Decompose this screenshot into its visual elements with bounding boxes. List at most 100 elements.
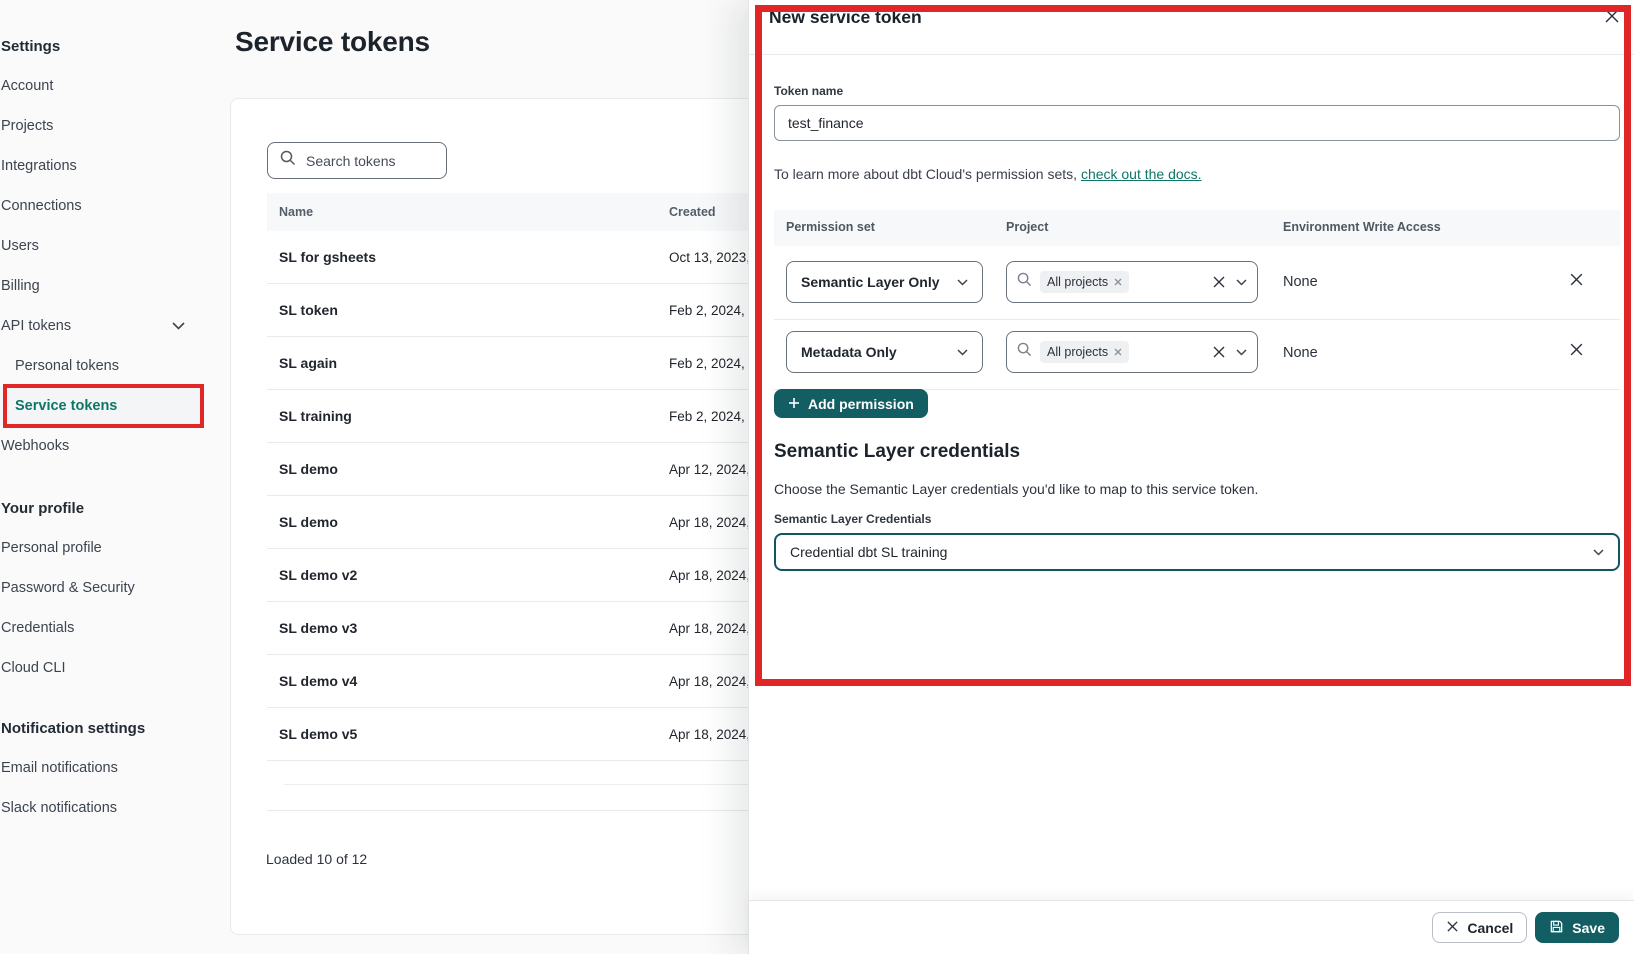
chevron-down-icon xyxy=(957,273,968,291)
token-name: SL demo v5 xyxy=(267,726,357,742)
sidebar-item-service-tokens[interactable]: Service tokens xyxy=(0,386,201,426)
load-status: Loaded 10 of 12 xyxy=(266,851,367,867)
token-name: SL token xyxy=(267,302,338,318)
plus-icon xyxy=(788,396,800,412)
token-created: Oct 13, 2023, xyxy=(669,250,750,265)
column-header-project: Project xyxy=(1006,220,1048,234)
semantic-layer-credentials-description: Choose the Semantic Layer credentials yo… xyxy=(774,481,1258,497)
sidebar-item-billing[interactable]: Billing xyxy=(0,266,207,306)
sidebar-header-settings: Settings xyxy=(0,26,207,66)
semantic-layer-credentials-select[interactable]: Credential dbt SL training xyxy=(774,533,1620,571)
permission-set-dropdown[interactable]: Semantic Layer Only xyxy=(786,261,983,303)
sidebar-item-slack-notifications[interactable]: Slack notifications xyxy=(0,788,207,828)
chevron-down-icon xyxy=(1593,543,1604,561)
column-header-name: Name xyxy=(267,205,313,219)
docs-help-prefix: To learn more about dbt Cloud's permissi… xyxy=(774,166,1081,182)
close-icon[interactable] xyxy=(1602,6,1622,26)
token-name: SL demo xyxy=(267,461,338,477)
clear-selection-icon[interactable] xyxy=(1212,275,1226,289)
chevron-down-icon xyxy=(957,343,968,361)
permission-row: Metadata Only All projects xyxy=(774,320,1620,390)
token-name: SL for gsheets xyxy=(267,249,376,265)
token-created: Apr 18, 2024, xyxy=(669,621,750,636)
column-header-created: Created xyxy=(669,205,716,219)
chevron-down-icon xyxy=(1236,273,1247,291)
token-name: SL training xyxy=(267,408,352,424)
cancel-button[interactable]: Cancel xyxy=(1432,912,1527,943)
add-permission-label: Add permission xyxy=(808,396,914,412)
clear-selection-icon[interactable] xyxy=(1212,345,1226,359)
environment-write-access-value: None xyxy=(1283,345,1318,361)
sidebar-item-credentials[interactable]: Credentials xyxy=(0,608,207,648)
token-name: SL demo xyxy=(267,514,338,530)
sidebar-item-connections[interactable]: Connections xyxy=(0,186,207,226)
search-icon xyxy=(1017,272,1032,292)
token-created: Apr 18, 2024, xyxy=(669,674,750,689)
token-name: SL demo v4 xyxy=(267,673,357,689)
save-label: Save xyxy=(1572,920,1605,936)
sidebar-item-password-security[interactable]: Password & Security xyxy=(0,568,207,608)
chevron-down-icon xyxy=(1236,343,1247,361)
column-header-environment-write-access: Environment Write Access xyxy=(1283,220,1441,234)
sidebar-item-users[interactable]: Users xyxy=(0,226,207,266)
page-title: Service tokens xyxy=(235,26,430,58)
remove-permission-icon[interactable] xyxy=(1569,272,1584,287)
token-name: SL demo v3 xyxy=(267,620,357,636)
semantic-layer-credentials-value: Credential dbt SL training xyxy=(790,544,947,560)
search-icon xyxy=(1017,342,1032,362)
token-name-label: Token name xyxy=(774,84,843,98)
new-service-token-drawer: New service token Token name To learn mo… xyxy=(748,0,1634,954)
project-tag-label: All projects xyxy=(1047,275,1108,289)
close-icon xyxy=(1446,920,1459,936)
tag-remove-icon[interactable] xyxy=(1114,275,1122,289)
save-button[interactable]: Save xyxy=(1535,912,1619,943)
search-icon xyxy=(280,150,296,171)
token-name: SL demo v2 xyxy=(267,567,357,583)
token-name-field[interactable] xyxy=(774,105,1620,141)
column-header-permission-set: Permission set xyxy=(786,220,875,234)
token-name: SL again xyxy=(267,355,337,371)
sidebar-item-api-tokens[interactable]: API tokens xyxy=(0,306,207,346)
token-created: Apr 18, 2024, xyxy=(669,568,750,583)
project-tag[interactable]: All projects xyxy=(1040,341,1129,363)
permission-row: Semantic Layer Only All projects xyxy=(774,246,1620,320)
sidebar-item-personal-tokens[interactable]: Personal tokens xyxy=(0,346,207,386)
cancel-label: Cancel xyxy=(1467,920,1513,936)
sidebar-item-label: API tokens xyxy=(1,318,71,334)
permission-set-dropdown[interactable]: Metadata Only xyxy=(786,331,983,373)
tag-remove-icon[interactable] xyxy=(1114,345,1122,359)
permissions-header-row: Permission set Project Environment Write… xyxy=(774,210,1620,246)
sidebar-item-account[interactable]: Account xyxy=(0,66,207,106)
save-icon xyxy=(1549,919,1564,937)
sidebar-item-email-notifications[interactable]: Email notifications xyxy=(0,748,207,788)
token-created: Feb 2, 2024, 2 xyxy=(669,409,756,424)
docs-link[interactable]: check out the docs. xyxy=(1081,166,1202,182)
sidebar-header-your-profile: Your profile xyxy=(0,488,207,528)
search-input[interactable] xyxy=(306,153,434,169)
token-created: Feb 2, 2024, 1 xyxy=(669,356,756,371)
sidebar-item-webhooks[interactable]: Webhooks xyxy=(0,426,207,466)
sidebar-item-projects[interactable]: Projects xyxy=(0,106,207,146)
token-created: Apr 12, 2024, xyxy=(669,462,750,477)
sidebar-header-notification-settings: Notification settings xyxy=(0,708,207,748)
project-tag[interactable]: All projects xyxy=(1040,271,1129,293)
drawer-header: New service token xyxy=(749,0,1634,55)
project-multiselect[interactable]: All projects xyxy=(1006,261,1258,303)
docs-help-text: To learn more about dbt Cloud's permissi… xyxy=(774,166,1202,182)
semantic-layer-credentials-heading: Semantic Layer credentials xyxy=(774,441,1020,463)
permission-set-value: Metadata Only xyxy=(801,344,897,360)
project-tag-label: All projects xyxy=(1047,345,1108,359)
environment-write-access-value: None xyxy=(1283,274,1318,290)
remove-permission-icon[interactable] xyxy=(1569,342,1584,357)
sidebar-item-cloud-cli[interactable]: Cloud CLI xyxy=(0,648,207,688)
project-multiselect[interactable]: All projects xyxy=(1006,331,1258,373)
sidebar-item-personal-profile[interactable]: Personal profile xyxy=(0,528,207,568)
token-created: Feb 2, 2024, 1 xyxy=(669,303,756,318)
permission-set-value: Semantic Layer Only xyxy=(801,274,940,290)
drawer-title: New service token xyxy=(769,7,922,28)
add-permission-button[interactable]: Add permission xyxy=(774,389,928,418)
semantic-layer-credentials-label: Semantic Layer Credentials xyxy=(774,512,931,526)
settings-sidebar: Settings Account Projects Integrations C… xyxy=(0,26,207,828)
sidebar-item-integrations[interactable]: Integrations xyxy=(0,146,207,186)
search-tokens-box[interactable] xyxy=(267,142,447,179)
